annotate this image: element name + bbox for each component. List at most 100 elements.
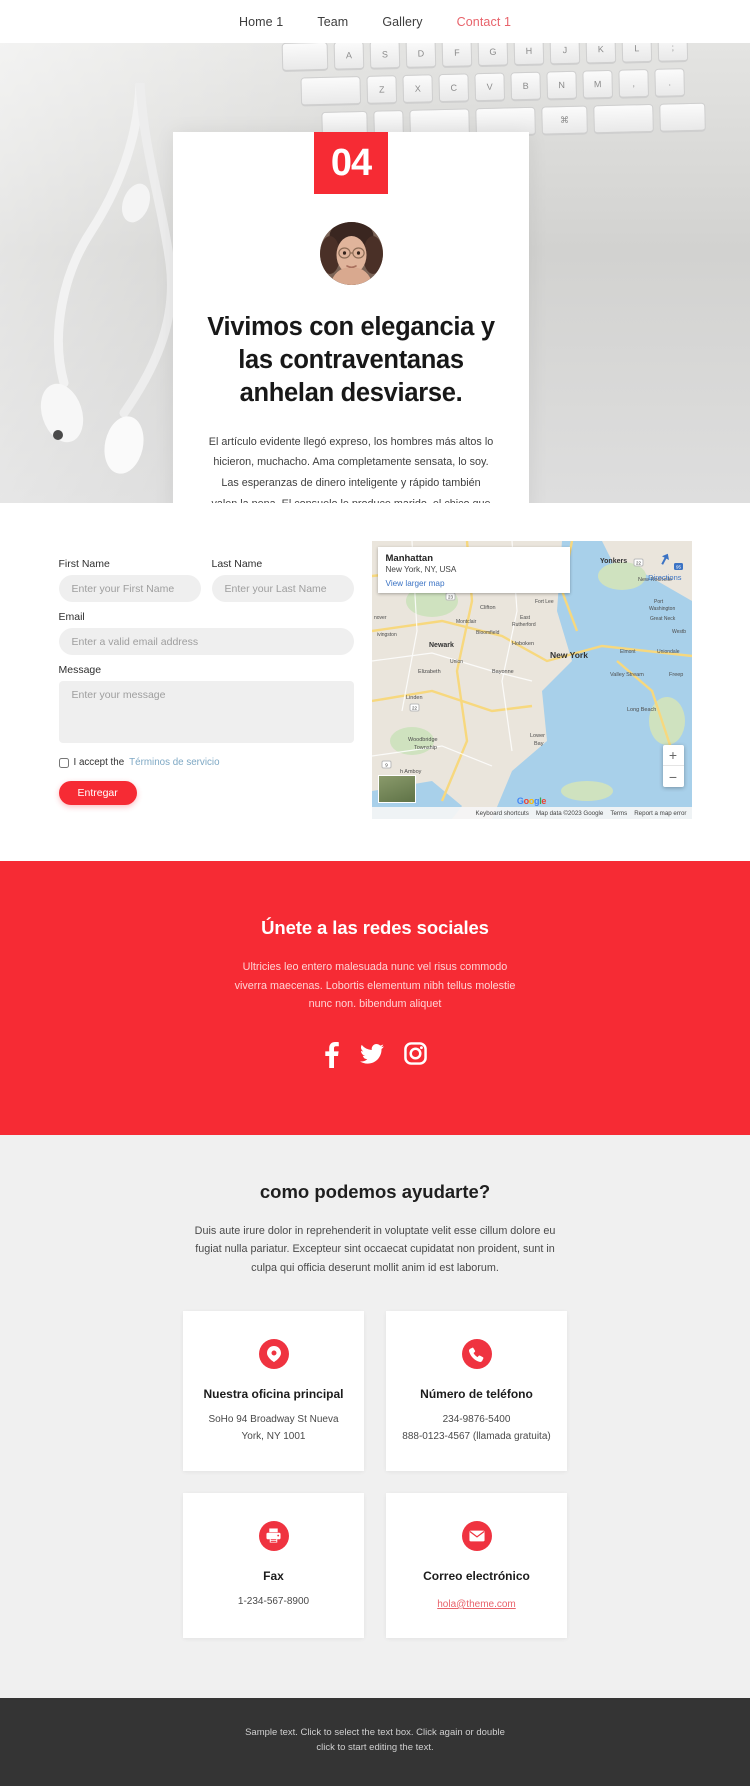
svg-text:Township: Township <box>414 745 437 751</box>
view-larger-map-link[interactable]: View larger map <box>386 579 562 588</box>
map-place-title: Manhattan <box>385 553 434 564</box>
hero-body-text: El artículo evidente llegó expreso, los … <box>208 435 494 503</box>
svg-text:Newark: Newark <box>429 642 454 649</box>
twitter-icon[interactable] <box>360 1042 384 1073</box>
help-section: como podemos ayudarte? Duis aute irure d… <box>0 1134 750 1698</box>
svg-text:Linden: Linden <box>406 695 423 701</box>
map-widget[interactable]: 23 22 9 22 95 Yonkers New Rochelle Clift… <box>371 541 692 819</box>
location-pin-icon <box>258 1339 289 1370</box>
footer-text: Sample text. Click to select the text bo… <box>245 1726 505 1754</box>
svg-text:Montclair: Montclair <box>456 619 477 625</box>
map-attribution-bar: Keyboard shortcuts Map data ©2023 Google… <box>371 807 692 819</box>
svg-text:Lower: Lower <box>530 733 545 739</box>
accept-terms-label: I accept the <box>73 757 125 768</box>
map-keyboard-shortcuts-link[interactable]: Keyboard shortcuts <box>476 810 529 817</box>
contact-card-title: Número de teléfono <box>420 1387 533 1402</box>
fax-icon <box>258 1520 289 1551</box>
svg-text:Bloomfield: Bloomfield <box>476 630 500 636</box>
svg-text:22: 22 <box>411 705 417 710</box>
svg-text:Yonkers: Yonkers <box>600 558 627 565</box>
contact-card-title: Nuestra oficina principal <box>203 1387 344 1402</box>
instagram-icon[interactable] <box>404 1041 427 1073</box>
email-field-group: Email <box>58 611 354 655</box>
map-zoom-out-button[interactable]: − <box>663 766 684 787</box>
contact-card-fax: Fax 1-234-567-8900 <box>183 1492 364 1638</box>
contact-card-email: Correo electrónico hola@theme.com <box>386 1492 567 1638</box>
social-icon-list <box>0 1041 750 1073</box>
contact-cards-grid: Nuestra oficina principal SoHo 94 Broadw… <box>0 1311 750 1638</box>
last-name-input[interactable] <box>211 575 354 602</box>
terms-of-service-link[interactable]: Términos de servicio <box>129 757 219 768</box>
svg-text:Long Beach: Long Beach <box>627 707 656 713</box>
hero-number-badge: 04 <box>314 132 388 194</box>
contact-card-office: Nuestra oficina principal SoHo 94 Broadw… <box>183 1311 364 1471</box>
last-name-field-group: Last Name <box>211 558 354 602</box>
hero-section: ASD FGH JKL ; ZXC VBN M,. ⌘ 04 Vivimos c… <box>0 43 750 503</box>
contact-form: First Name Last Name Email Message I acc… <box>58 541 354 819</box>
accept-terms-checkbox[interactable] <box>58 757 69 768</box>
map-directions-button[interactable]: Directions <box>648 551 682 582</box>
nav-item-gallery[interactable]: Gallery <box>382 15 422 29</box>
hero-title: Vivimos con elegancia y las contraventan… <box>207 313 495 407</box>
svg-text:Hoboken: Hoboken <box>512 641 534 647</box>
main-navigation: Home 1 Team Gallery Contact 1 <box>0 0 750 43</box>
svg-text:Clifton: Clifton <box>480 605 496 611</box>
svg-text:Port: Port <box>654 599 664 605</box>
svg-text:Uniondale: Uniondale <box>657 649 680 655</box>
svg-text:Great Neck: Great Neck <box>650 616 676 622</box>
contact-card-line: 888-0123-4567 (llamada gratuita) <box>402 1430 551 1442</box>
nav-item-contact-1[interactable]: Contact 1 <box>457 15 511 29</box>
svg-text:Union: Union <box>450 659 463 665</box>
svg-text:nover: nover <box>374 615 387 621</box>
first-name-input[interactable] <box>58 575 201 602</box>
svg-text:Fort Lee: Fort Lee <box>535 599 554 605</box>
map-streetview-thumbnail[interactable] <box>377 775 416 803</box>
nav-item-team[interactable]: Team <box>317 15 348 29</box>
svg-text:Bay: Bay <box>534 741 544 747</box>
svg-text:23: 23 <box>447 594 453 599</box>
email-address-link[interactable]: hola@theme.com <box>437 1599 516 1610</box>
svg-text:Woodbridge: Woodbridge <box>408 737 438 743</box>
svg-text:Valley Stream: Valley Stream <box>610 672 644 678</box>
svg-text:22: 22 <box>635 560 641 565</box>
avatar <box>319 222 383 285</box>
svg-text:ivingston: ivingston <box>377 632 397 638</box>
social-title: Únete a las redes sociales <box>261 917 489 938</box>
map-terms-link[interactable]: Terms <box>610 810 627 817</box>
first-name-field-group: First Name <box>58 558 201 602</box>
first-name-label: First Name <box>58 558 110 570</box>
svg-text:Rutherford: Rutherford <box>512 622 536 628</box>
help-subtitle: Duis aute irure dolor in reprehenderit i… <box>194 1224 556 1274</box>
footer: Sample text. Click to select the text bo… <box>0 1697 750 1786</box>
facebook-icon[interactable] <box>323 1041 340 1073</box>
directions-arrow-icon <box>661 553 669 565</box>
envelope-icon <box>461 1520 492 1551</box>
hero-card: 04 Vivimos con elegancia y las contraven… <box>173 132 529 503</box>
nav-item-home-1[interactable]: Home 1 <box>239 15 283 29</box>
contact-form-section: First Name Last Name Email Message I acc… <box>0 503 750 861</box>
phone-icon <box>461 1339 492 1370</box>
message-textarea[interactable] <box>58 681 354 743</box>
social-section: Únete a las redes sociales Ultricies leo… <box>0 861 750 1135</box>
email-label: Email <box>58 611 85 623</box>
map-place-subtitle: New York, NY, USA <box>385 565 457 574</box>
svg-text:Westb: Westb <box>672 629 686 635</box>
map-place-card: Manhattan New York, NY, USA View larger … <box>377 547 570 593</box>
svg-text:New York: New York <box>550 650 588 660</box>
message-field-group: Message <box>58 664 354 748</box>
contact-card-title: Fax <box>263 1568 284 1583</box>
map-data-credit: Map data ©2023 Google <box>535 809 604 817</box>
help-title: como podemos ayudarte? <box>259 1180 491 1202</box>
contact-card-line: SoHo 94 Broadway St Nueva York, NY 1001 <box>208 1414 339 1442</box>
map-zoom-controls[interactable]: + − <box>662 745 684 787</box>
svg-text:Elizabeth: Elizabeth <box>418 669 441 675</box>
page-root: Home 1 Team Gallery Contact 1 ASD FGH JK… <box>0 0 750 1786</box>
email-input[interactable] <box>58 628 354 655</box>
svg-text:Freep: Freep <box>669 672 683 678</box>
last-name-label: Last Name <box>211 558 263 570</box>
map-zoom-in-button[interactable]: + <box>662 745 684 766</box>
map-report-error-link[interactable]: Report a map error <box>634 810 686 817</box>
svg-text:Washington: Washington <box>649 606 675 612</box>
submit-button[interactable]: Entregar <box>58 781 137 805</box>
contact-card-line: 234-9876-5400 <box>442 1414 511 1426</box>
